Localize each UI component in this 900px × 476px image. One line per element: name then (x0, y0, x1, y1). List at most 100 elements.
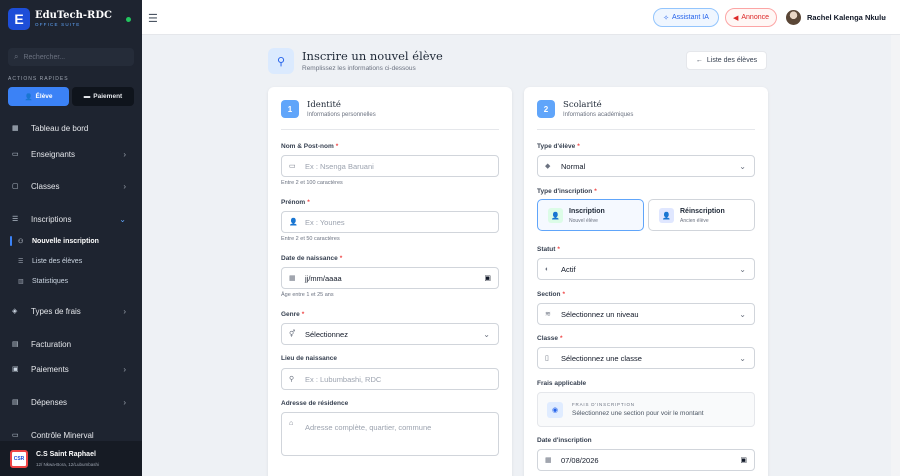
sidebar-search-input[interactable]: ⌕ Rechercher... (8, 48, 134, 66)
user-refresh-icon: 👤 (659, 208, 674, 223)
frais-info-box: ◉ FRAIS D'INSCRIPTION Sélectionnez une s… (537, 392, 755, 427)
chevron-right-icon: › (123, 149, 126, 159)
sidebar-item-label: Tableau de bord (31, 123, 89, 133)
choice-subtitle: Nouvel élève (569, 218, 598, 224)
sidebar-subitem-nouvelle-inscription[interactable]: ⚇ Nouvelle inscription (18, 235, 134, 247)
chevron-down-icon: ⌄ (739, 264, 746, 274)
home-icon: ⌂ (289, 420, 294, 427)
calendar-icon: ▦ (545, 457, 552, 464)
frais-title: FRAIS D'INSCRIPTION (572, 402, 635, 407)
identity-card: 1 Identité Informations personnelles Nom… (268, 87, 512, 476)
nom-hint: Entre 2 et 100 caractères (281, 180, 343, 186)
classe-select[interactable]: ▯ Sélectionnez une classe ⌄ (537, 347, 755, 369)
calendar-picker-icon[interactable]: ▣ (484, 274, 491, 282)
sidebar-subitem-statistiques[interactable]: ▥ Statistiques (18, 275, 134, 287)
sidebar-item-paiements[interactable]: ▣ Paiements › (12, 362, 134, 376)
gender-icon: ⚥ (289, 331, 296, 338)
dob-placeholder: jj/mm/aaaa (305, 273, 342, 283)
calendar-picker-icon[interactable]: ▣ (740, 456, 747, 464)
section-select[interactable]: ≋ Sélectionnez un niveau ⌄ (537, 303, 755, 325)
quick-actions-title: ACTIONS RAPIDES (8, 76, 69, 82)
chevron-right-icon: › (123, 306, 126, 316)
frais-description: Sélectionnez une section pour voir le mo… (572, 410, 704, 417)
menu-toggle-icon[interactable]: ☰ (148, 12, 158, 25)
frais-label: Frais applicable (537, 380, 587, 387)
online-status-dot (126, 17, 131, 22)
chevron-right-icon: › (123, 397, 126, 407)
card-title: Identité (307, 100, 341, 110)
sidebar-item-classes[interactable]: ▢ Classes › (12, 179, 134, 193)
school-address: 12/ Nkwa-Bora, 12/Lubumbashi (36, 462, 100, 467)
sparkle-icon: ✧ (663, 14, 669, 22)
list-icon: ☰ (12, 216, 19, 223)
quick-action-eleve-button[interactable]: 👤 Élève (8, 87, 69, 106)
lieu-field[interactable]: ⚲ Ex : Lubumbashi, RDC (281, 368, 499, 390)
school-logo: CSR (10, 450, 28, 468)
liste-eleves-button[interactable]: ← Liste des élèves (686, 51, 767, 70)
school-name: C.S Saint Raphael (36, 451, 96, 458)
user-add-icon: ⚇ (18, 238, 24, 245)
money-icon: ▬ (83, 93, 91, 100)
adresse-label: Adresse de résidence (281, 400, 349, 407)
type-eleve-label: Type d'élève * (537, 143, 580, 150)
sidebar-item-controle-minerval[interactable]: ▭ Contrôle Minerval (12, 428, 134, 442)
prenom-field[interactable]: 👤 Ex : Younes (281, 211, 499, 233)
adresse-placeholder: Adresse complète, quartier, commune (305, 423, 432, 432)
sidebar-item-label: Contrôle Minerval (31, 430, 94, 440)
toggle-icon: ◐ (545, 265, 550, 273)
chevron-down-icon[interactable]: ⌄ (881, 12, 888, 21)
genre-select[interactable]: ⚥ Sélectionnez ⌄ (281, 323, 499, 345)
scrollbar[interactable] (891, 35, 900, 476)
statut-select[interactable]: ◐ Actif ⌄ (537, 258, 755, 280)
sidebar-item-types-frais[interactable]: ◈ Types de frais › (12, 304, 134, 318)
assistant-ia-button[interactable]: ✧ Assistant IA (653, 8, 719, 27)
user-plus-icon: 👤 (548, 208, 563, 223)
sidebar-item-inscriptions[interactable]: ☰ Inscriptions ⌄ (12, 212, 134, 226)
sidebar-item-label: Facturation (31, 339, 72, 349)
sidebar-subitem-liste-eleves[interactable]: ☰ Liste des élèves (18, 255, 134, 267)
wallet-icon: ▣ (12, 366, 19, 373)
prenom-placeholder: Ex : Younes (305, 217, 345, 227)
adresse-textarea[interactable]: ⌂ Adresse complète, quartier, commune (281, 412, 499, 456)
quick-action-paiement-button[interactable]: ▬ Paiement (72, 87, 134, 106)
dob-label: Date de naissance * (281, 255, 343, 262)
divider (537, 129, 755, 130)
dob-field[interactable]: ▦ jj/mm/aaaa ▣ (281, 267, 499, 289)
type-eleve-select[interactable]: ◆ Normal ⌄ (537, 155, 755, 177)
avatar[interactable] (786, 10, 801, 25)
page-subtitle: Remplissez les informations ci-dessous (302, 65, 416, 72)
brand[interactable]: E EduTech-RDC OFFICE SUITE (8, 8, 134, 32)
sidebar-item-label: Classes (31, 181, 60, 191)
sidebar-item-depenses[interactable]: ▤ Dépenses › (12, 395, 134, 409)
user-name[interactable]: Rachel Kalenga Nkulu (807, 13, 886, 22)
type-eleve-value: Normal (561, 161, 586, 171)
school-info[interactable]: CSR C.S Saint Raphael 12/ Nkwa-Bora, 12/… (0, 441, 142, 476)
choice-reinscription[interactable]: 👤 Réinscription Ancien élève (648, 199, 755, 231)
search-placeholder: Rechercher... (23, 53, 66, 61)
sidebar-item-dashboard[interactable]: ▦ Tableau de bord (12, 121, 134, 135)
app-subtitle: OFFICE SUITE (35, 22, 81, 27)
type-inscription-label: Type d'inscription * (537, 188, 597, 195)
check-icon: ▭ (12, 432, 19, 439)
chevron-down-icon: ⌄ (739, 353, 746, 363)
choice-inscription[interactable]: 👤 Inscription Nouvel élève (537, 199, 644, 231)
nom-field[interactable]: ▭ Ex : Nsenga Baruani (281, 155, 499, 177)
statut-label: Statut * (537, 246, 560, 253)
annonce-button[interactable]: ◀ Annonce (725, 8, 777, 27)
sidebar-item-enseignants[interactable]: ▭ Enseignants › (12, 147, 134, 161)
lock-icon: ▢ (12, 183, 19, 190)
date-inscription-field[interactable]: ▦ 07/08/2026 ▣ (537, 449, 755, 471)
app-name: EduTech-RDC (35, 10, 112, 21)
choice-title: Réinscription (680, 208, 725, 215)
lieu-placeholder: Ex : Lubumbashi, RDC (305, 374, 382, 384)
classe-label: Classe * (537, 335, 563, 342)
user-icon: 👤 (289, 219, 298, 226)
sidebar-item-facturation[interactable]: ▤ Facturation (12, 337, 134, 351)
list-icon: ☰ (18, 258, 24, 265)
statut-value: Actif (561, 264, 576, 274)
genre-value: Sélectionnez (305, 329, 348, 339)
section-value: Sélectionnez un niveau (561, 309, 639, 319)
quick-action-eleve-label: Élève (35, 93, 53, 100)
search-icon: ⌕ (14, 52, 19, 61)
date-inscription-label: Date d'inscription (537, 437, 592, 444)
